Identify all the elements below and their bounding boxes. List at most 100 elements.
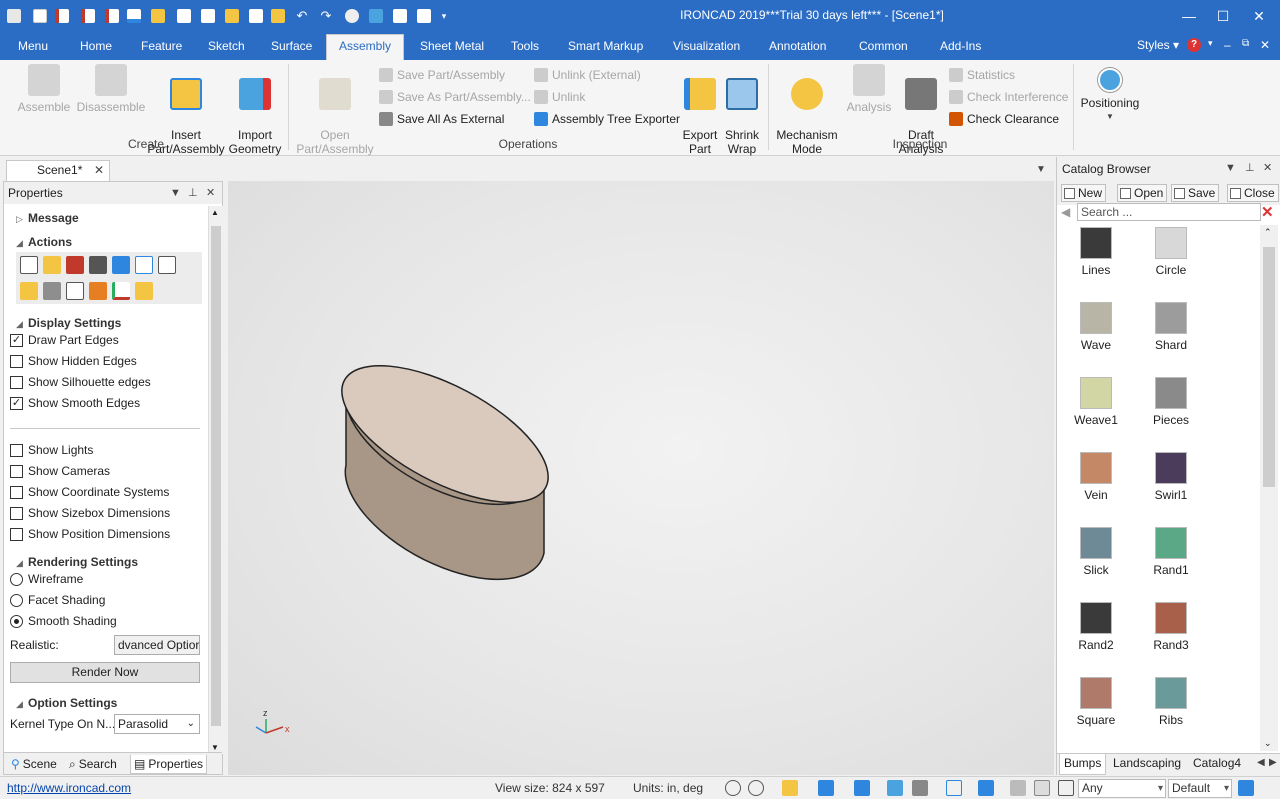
show-cameras-checkbox[interactable]: Show Cameras <box>10 463 110 479</box>
tab-search[interactable]: ⌕ Search <box>66 755 120 774</box>
display-settings-section[interactable]: ◢ Display Settings <box>16 316 121 330</box>
tab-add-ins[interactable]: Add-Ins <box>934 36 987 60</box>
zoom-window-icon[interactable] <box>748 780 764 796</box>
show-position-dimensions-checkbox[interactable]: Show Position Dimensions <box>10 526 170 542</box>
list-icon[interactable] <box>20 256 38 274</box>
catalog-item-lines[interactable]: Lines <box>1061 227 1131 277</box>
export-part-button[interactable]: Export Part <box>680 64 720 156</box>
facet-shading-radio[interactable]: Facet Shading <box>10 592 105 608</box>
kernel-type-select[interactable]: Parasolid ⌄ <box>114 714 200 734</box>
back-arrow-icon[interactable]: ◀ <box>1061 205 1070 219</box>
import-icon[interactable] <box>124 6 144 26</box>
tab-scroll-right-icon[interactable]: ▶ <box>1269 757 1277 768</box>
wireframe-radio[interactable]: Wireframe <box>10 571 83 587</box>
show-lights-checkbox[interactable]: Show Lights <box>10 442 93 458</box>
scroll-up-icon[interactable]: ▲ <box>211 208 219 217</box>
tab-menu[interactable]: Menu <box>12 36 54 60</box>
panel-dropdown-icon[interactable]: ▼ <box>170 182 181 204</box>
tab-properties[interactable]: ▤ Properties <box>130 755 208 774</box>
shrink-wrap-button[interactable]: Shrink Wrap <box>722 64 762 156</box>
catalog-item-swirl1[interactable]: Swirl1 <box>1136 452 1206 502</box>
close-doc-icon[interactable]: ✕ <box>1260 38 1270 52</box>
explode-icon[interactable] <box>89 282 107 300</box>
folder-icon[interactable] <box>148 6 168 26</box>
close-catalog-icon[interactable]: ✕ <box>1263 157 1272 179</box>
pin-icon[interactable]: ⊥ <box>1245 157 1255 179</box>
import-geometry-button[interactable]: Import Geometry <box>226 64 284 156</box>
app-logo-icon[interactable] <box>4 6 24 26</box>
tab-annotation[interactable]: Annotation <box>763 36 832 60</box>
pan-icon[interactable] <box>854 780 870 796</box>
save-all-external-button[interactable]: Save All As External <box>379 110 504 128</box>
tab-smart-markup[interactable]: Smart Markup <box>562 36 649 60</box>
tab-scene1[interactable]: Scene1* ✕ <box>6 160 110 181</box>
analysis-button[interactable]: Analysis <box>844 64 894 114</box>
orient-icon[interactable] <box>782 780 798 796</box>
edit-icon[interactable] <box>198 6 218 26</box>
box-icon[interactable] <box>20 282 38 300</box>
check-clearance-button[interactable]: Check Clearance <box>949 110 1059 128</box>
vehicle-icon[interactable] <box>66 256 84 274</box>
tab-scroll-left-icon[interactable]: ◀ <box>1257 757 1265 768</box>
selection-filter-icon[interactable] <box>1058 780 1074 796</box>
open-part-assembly-button[interactable]: Open Part/Assembly <box>294 64 376 156</box>
help-dropdown-icon[interactable]: ▾ <box>1208 38 1213 49</box>
sparkle-icon[interactable] <box>366 6 386 26</box>
assembly-tree-exporter-button[interactable]: Assembly Tree Exporter <box>534 110 680 128</box>
tab-feature[interactable]: Feature <box>135 36 188 60</box>
open-icon[interactable] <box>78 6 98 26</box>
show-hidden-edges-checkbox[interactable]: Show Hidden Edges <box>10 353 137 369</box>
rendering-settings-section[interactable]: ◢ Rendering Settings <box>16 555 138 569</box>
tab-catalog4[interactable]: Catalog4 <box>1189 754 1245 775</box>
ribbon-minimize-icon[interactable]: – <box>1224 38 1231 52</box>
save-as-part-assembly-button[interactable]: Save As Part/Assembly... <box>379 88 531 106</box>
open-recent-icon[interactable] <box>102 6 122 26</box>
catalog-search-input[interactable]: Search ... <box>1077 203 1261 221</box>
option-settings-section[interactable]: ◢ Option Settings <box>16 696 117 710</box>
actions-section[interactable]: ◢ Actions <box>16 235 72 249</box>
close-tab-icon[interactable]: ✕ <box>94 161 104 180</box>
scrollbar-thumb[interactable] <box>211 226 221 726</box>
properties-scrollbar[interactable]: ▲ ▼ <box>208 206 223 754</box>
tab-common[interactable]: Common <box>853 36 914 60</box>
catalog-item-slick[interactable]: Slick <box>1061 527 1131 577</box>
clear-search-icon[interactable]: ✕ <box>1261 203 1274 221</box>
draw-part-edges-checkbox[interactable]: ✓ Draw Part Edges <box>10 332 119 348</box>
catalog-item-ribs[interactable]: Ribs <box>1136 677 1206 727</box>
table-icon[interactable] <box>66 282 84 300</box>
close-panel-icon[interactable]: ✕ <box>206 182 215 204</box>
render-now-button[interactable]: Render Now <box>10 662 200 683</box>
website-link[interactable]: http://www.ironcad.com <box>7 781 131 795</box>
catalog-item-shard[interactable]: Shard <box>1136 302 1206 352</box>
catalog-item-circle[interactable]: Circle <box>1136 227 1206 277</box>
tab-bumps[interactable]: Bumps <box>1059 754 1107 775</box>
catalog-close-button[interactable]: Close <box>1227 184 1279 202</box>
assembly-icon[interactable] <box>89 256 107 274</box>
link-icon[interactable] <box>43 282 61 300</box>
undo-icon[interactable]: ↶ <box>292 6 312 26</box>
new-template-icon[interactable] <box>52 6 72 26</box>
statistics-button[interactable]: Statistics <box>949 66 1015 84</box>
tab-sketch[interactable]: Sketch <box>202 36 251 60</box>
catalog-dropdown-icon[interactable]: ▼ <box>1225 157 1236 179</box>
redo-icon[interactable]: ↷ <box>316 6 336 26</box>
elliptical-cylinder-part[interactable] <box>322 338 568 581</box>
check-interference-button[interactable]: Check Interference <box>949 88 1068 106</box>
shading-icon[interactable] <box>887 780 903 796</box>
tab-sheet-metal[interactable]: Sheet Metal <box>414 36 490 60</box>
stack-icon[interactable] <box>135 282 153 300</box>
pin-icon[interactable]: ⊥ <box>188 182 198 204</box>
scroll-up-icon[interactable]: ⌃ <box>1264 227 1272 238</box>
positioning-button[interactable]: Positioning ▼ <box>1078 64 1142 124</box>
part-icon[interactable] <box>43 256 61 274</box>
tab-home[interactable]: Home <box>74 36 118 60</box>
box-view-icon[interactable] <box>946 780 962 796</box>
scene-canvas[interactable]: z x <box>228 181 1054 775</box>
catalog-item-rand3[interactable]: Rand3 <box>1136 602 1206 652</box>
tab-assembly[interactable]: Assembly <box>326 34 404 60</box>
section-icon[interactable] <box>978 780 994 796</box>
unlink-button[interactable]: Unlink <box>534 88 585 106</box>
tools-icon[interactable] <box>222 6 242 26</box>
shield-icon[interactable] <box>112 256 130 274</box>
help-icon[interactable]: ? <box>1187 38 1201 52</box>
